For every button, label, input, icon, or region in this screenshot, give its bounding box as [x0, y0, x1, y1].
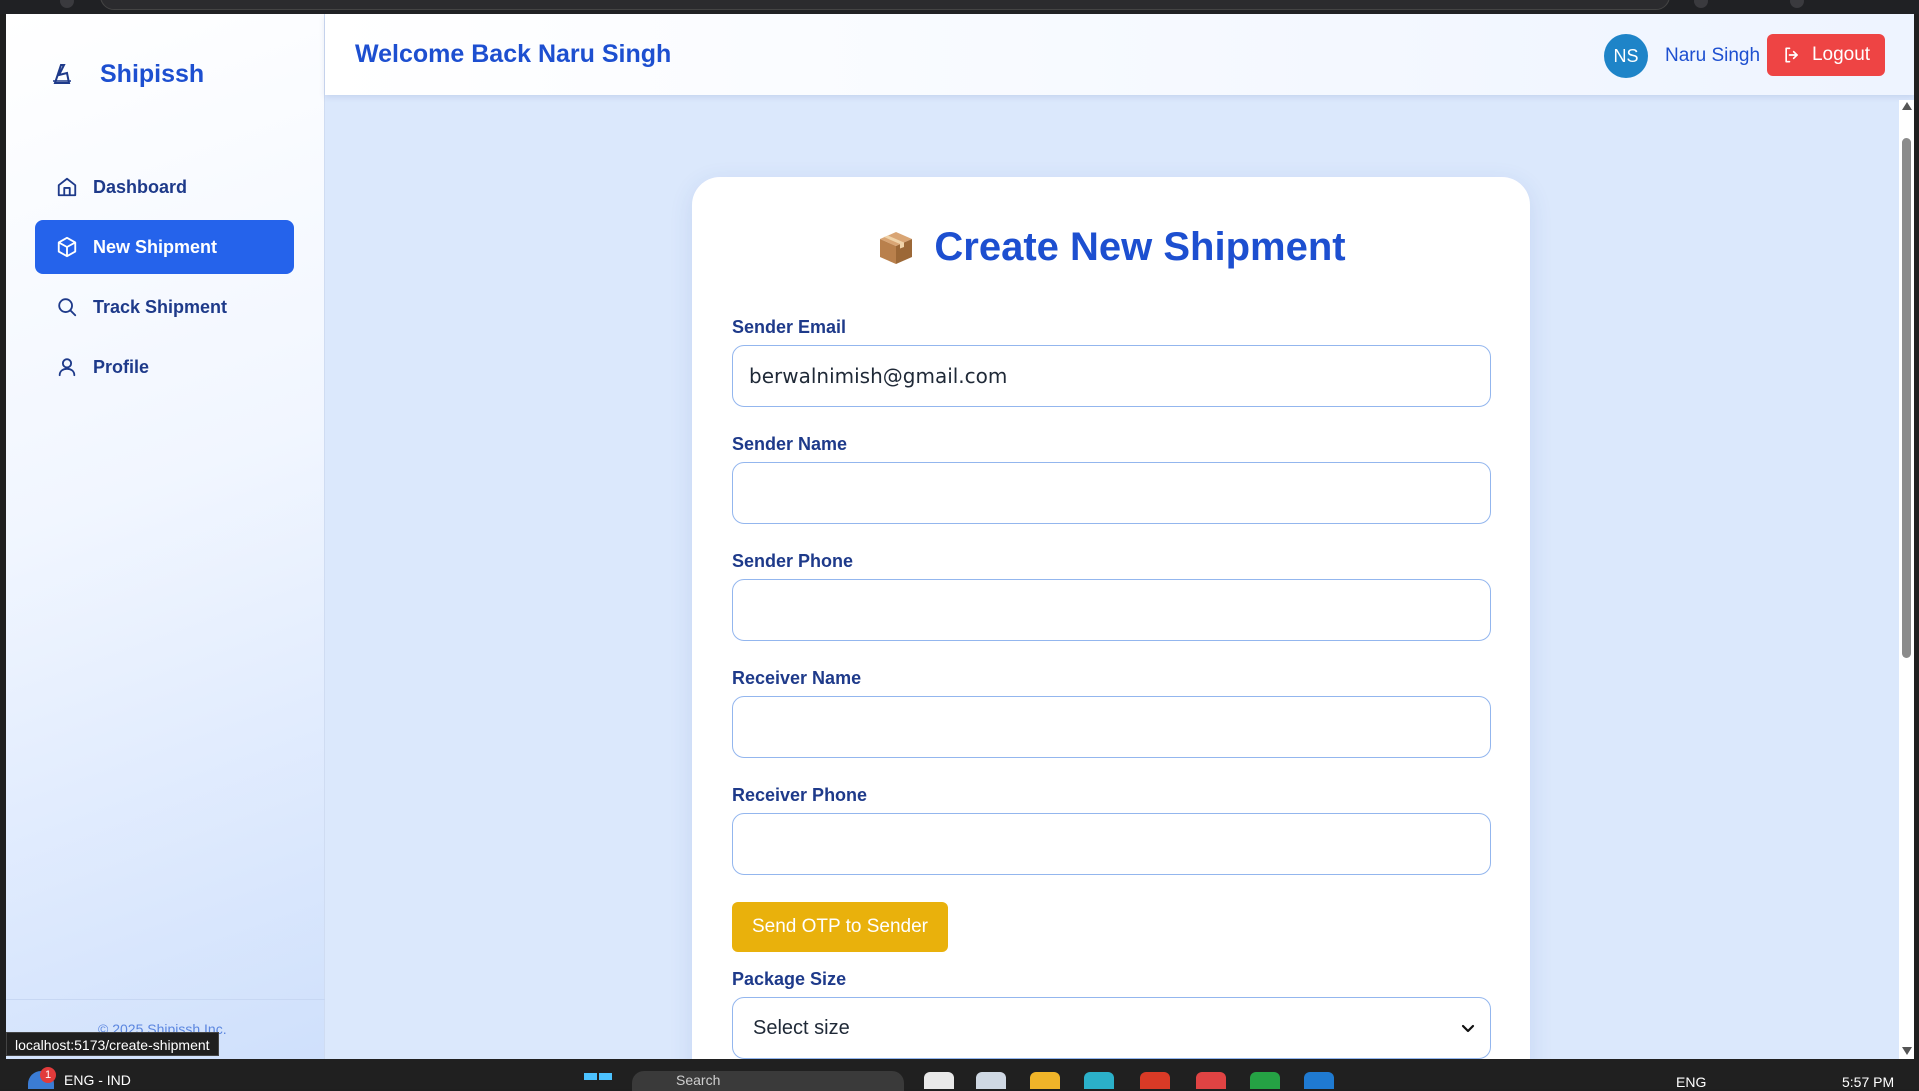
clock-app-icon[interactable] — [976, 1072, 1006, 1089]
windows-start-icon[interactable] — [584, 1073, 612, 1089]
sender-email-field[interactable]: berwalnimish@gmail.com — [732, 345, 1491, 407]
sender-phone-field[interactable] — [732, 579, 1491, 641]
page-title-text: Create New Shipment — [934, 225, 1346, 269]
top-header: Welcome Back Naru Singh NS Naru Singh Lo… — [325, 14, 1914, 95]
brand[interactable]: Shipissh — [46, 54, 204, 94]
package-emoji-icon — [876, 228, 916, 268]
whatsapp-icon[interactable] — [1250, 1072, 1280, 1089]
notification-badge: 1 — [40, 1067, 56, 1083]
vscode-icon[interactable] — [1304, 1072, 1334, 1089]
browser-chrome — [0, 0, 1919, 14]
sender-name-label: Sender Name — [732, 434, 848, 454]
receiver-name-field[interactable] — [732, 696, 1491, 758]
receiver-phone-label: Receiver Phone — [732, 785, 868, 805]
receiver-name-label: Receiver Name — [732, 668, 862, 688]
logout-icon — [1782, 45, 1802, 65]
receiver-phone-field[interactable] — [732, 813, 1491, 875]
taskbar-search-box[interactable] — [632, 1071, 904, 1091]
address-bar[interactable] — [100, 0, 1670, 10]
sender-email-label: Sender Email — [732, 317, 847, 337]
sidebar-item-label: New Shipment — [93, 236, 218, 257]
logo-icon — [46, 58, 78, 90]
os-taskbar: 1 ENG - IND Search ENG 5:57 PM — [0, 1059, 1919, 1091]
scroll-thumb[interactable] — [1902, 138, 1911, 658]
status-url-tooltip: localhost:5173/create-shipment — [6, 1032, 219, 1056]
create-shipment-card: Create New Shipment Sender Email berwaln… — [692, 177, 1530, 1059]
taskbar-clock[interactable]: 5:57 PM — [1842, 1074, 1894, 1090]
search-icon — [55, 295, 79, 319]
package-icon — [55, 235, 79, 259]
sidebar-item-profile[interactable]: Profile — [35, 340, 294, 394]
logout-button[interactable]: Logout — [1767, 34, 1885, 76]
avatar[interactable]: NS — [1604, 34, 1648, 78]
brave-browser-icon[interactable] — [1140, 1072, 1170, 1089]
keyboard-language[interactable]: ENG - IND — [64, 1072, 131, 1088]
profile-icon[interactable] — [1790, 0, 1804, 8]
sidebar-item-label: Profile — [93, 356, 150, 377]
page-scrollbar[interactable] — [1899, 100, 1914, 1059]
screen: Shipissh Dashboard New Shipment Track Sh… — [0, 0, 1919, 1091]
sidebar-nav: Dashboard New Shipment Track Shipment Pr… — [35, 160, 294, 400]
user-icon — [55, 355, 79, 379]
sidebar-item-label: Dashboard — [93, 176, 188, 197]
reload-icon[interactable] — [60, 0, 74, 8]
folder-icon[interactable] — [1030, 1072, 1060, 1089]
app-viewport: Shipissh Dashboard New Shipment Track Sh… — [6, 14, 1914, 1059]
tray-language[interactable]: ENG — [1676, 1074, 1706, 1090]
page-title: Create New Shipment — [692, 225, 1530, 270]
scroll-down-arrow-icon[interactable] — [1902, 1047, 1912, 1055]
brand-name: Shipissh — [100, 59, 205, 88]
extension-icon[interactable] — [1694, 0, 1708, 8]
scroll-up-arrow-icon[interactable] — [1902, 102, 1912, 110]
chrome-browser-icon[interactable] — [1196, 1072, 1226, 1089]
chevron-down-icon — [1460, 1020, 1476, 1036]
sidebar-item-dashboard[interactable]: Dashboard — [35, 160, 294, 214]
package-size-label: Package Size — [732, 969, 847, 989]
edge-browser-icon[interactable] — [1084, 1072, 1114, 1089]
file-explorer-icon[interactable] — [924, 1072, 954, 1089]
home-icon — [55, 175, 79, 199]
taskbar-search-placeholder: Search — [676, 1072, 721, 1088]
sidebar: Shipissh Dashboard New Shipment Track Sh… — [6, 14, 325, 1059]
user-name[interactable]: Naru Singh — [1665, 45, 1760, 67]
sidebar-item-label: Track Shipment — [93, 296, 228, 317]
logout-label: Logout — [1811, 44, 1871, 65]
sidebar-item-track-shipment[interactable]: Track Shipment — [35, 280, 294, 334]
welcome-heading: Welcome Back Naru Singh — [355, 40, 672, 68]
package-size-select[interactable]: Select size — [732, 997, 1491, 1059]
package-size-selected: Select size — [753, 1016, 850, 1039]
sender-phone-label: Sender Phone — [732, 551, 854, 571]
sidebar-item-new-shipment[interactable]: New Shipment — [35, 220, 294, 274]
sender-name-field[interactable] — [732, 462, 1491, 524]
send-otp-button[interactable]: Send OTP to Sender — [732, 902, 948, 952]
